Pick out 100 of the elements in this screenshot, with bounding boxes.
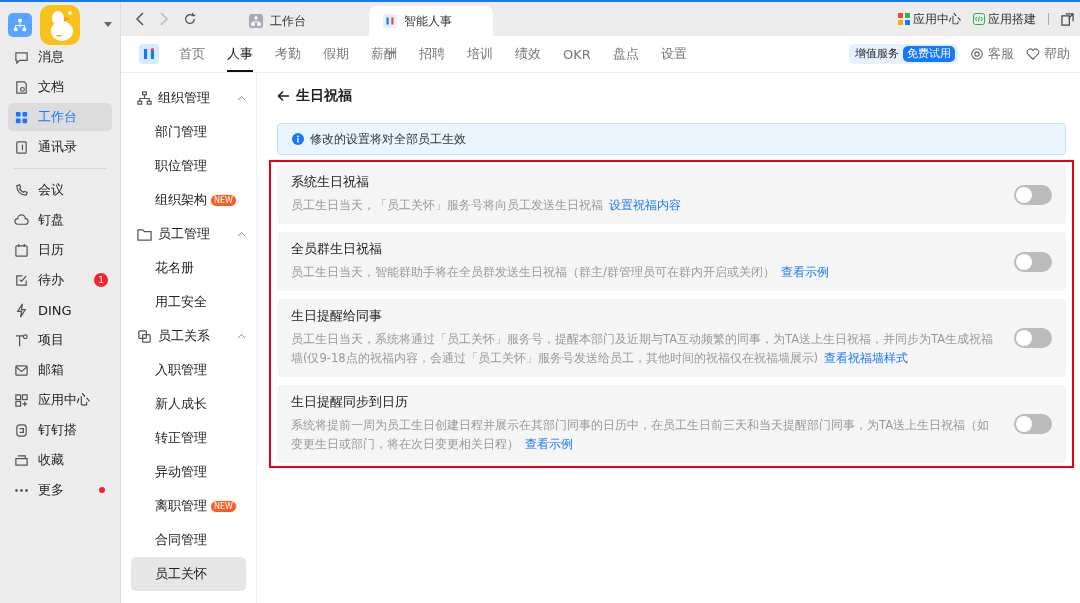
nav-tab[interactable]: 薪酬 (371, 36, 397, 72)
menu-item[interactable]: 异动管理 (131, 455, 246, 489)
lightning-icon (14, 302, 29, 318)
sidebar-item[interactable]: 文档 (8, 73, 112, 101)
nav-tab[interactable]: 招聘 (419, 36, 445, 72)
menu-item[interactable]: 入职管理 (131, 353, 246, 387)
project-icon (14, 332, 29, 348)
menu-item[interactable]: 合同管理 (131, 523, 246, 557)
apps-icon (14, 392, 29, 408)
setting-link[interactable]: 查看示例 (525, 437, 573, 451)
calendar-icon (14, 242, 29, 258)
menu-item[interactable]: 用工安全 (131, 285, 246, 319)
org-chart-icon (249, 14, 263, 28)
document-icon (14, 79, 29, 95)
app-logo-icon[interactable] (139, 44, 159, 64)
sidebar-item[interactable]: DING (8, 296, 112, 324)
notice-text: 修改的设置将对全部员工生效 (310, 130, 466, 148)
sidebar-item[interactable]: 钉钉搭 (8, 416, 112, 444)
sidebar-item[interactable]: 钉盘 (8, 206, 112, 234)
sidebar-item[interactable]: 待办 1 (8, 266, 112, 294)
value-added-service-button[interactable]: 增值服务 免费试用 (849, 44, 958, 64)
chat-icon (14, 49, 29, 65)
menu-item[interactable]: 转正管理 (131, 421, 246, 455)
dropdown-caret-icon[interactable] (104, 22, 112, 28)
count-badge: 1 (94, 273, 108, 287)
sidebar-item[interactable]: 项目 (8, 326, 112, 354)
nav-tab[interactable]: OKR (563, 36, 591, 72)
sidebar-item[interactable]: 邮箱 (8, 356, 112, 384)
grid-icon (14, 109, 29, 125)
external-window-icon[interactable] (1061, 12, 1074, 26)
sidebar-item[interactable]: 会议 (8, 176, 112, 204)
setting-title: 系统生日祝福 (291, 174, 370, 191)
sidebar-item[interactable]: 更多 (8, 476, 112, 504)
setting-title: 生日提醒同步到日历 (291, 394, 409, 411)
nav-tab[interactable]: 首页 (179, 36, 205, 72)
menu-item[interactable]: 部门管理 (131, 115, 246, 149)
nav-tab[interactable]: 假期 (323, 36, 349, 72)
more-icon (15, 488, 28, 492)
cloud-icon (14, 212, 29, 228)
menu-group-header[interactable]: 员工关系 (131, 319, 246, 353)
sidebar-item[interactable]: 收藏 (8, 446, 112, 474)
toggle-switch[interactable] (1014, 414, 1052, 434)
mail-icon (14, 362, 29, 378)
relation-icon (137, 328, 152, 344)
menu-group-header[interactable]: 组织管理 (131, 81, 246, 115)
checkbox-icon (14, 272, 29, 288)
sidebar-item[interactable]: 通讯录 (8, 133, 112, 161)
setting-title: 全员群生日祝福 (291, 241, 383, 258)
app-logo-icon (383, 14, 397, 28)
nav-tab[interactable]: 培训 (467, 36, 493, 72)
menu-item[interactable]: 职位管理 (131, 149, 246, 183)
browser-tab[interactable]: 工作台 (235, 6, 359, 36)
browser-tab[interactable]: 智能人事 (369, 6, 493, 36)
nav-tab[interactable]: 设置 (660, 36, 687, 72)
tab-label: 智能人事 (404, 12, 452, 30)
setting-link[interactable]: 设置祝福内容 (609, 198, 681, 212)
folder-icon (137, 226, 152, 242)
back-arrow-icon[interactable] (277, 90, 290, 102)
menu-item[interactable]: 员工关怀 (131, 557, 246, 591)
page-title: 生日祝福 (296, 87, 352, 105)
new-badge: NEW (211, 500, 236, 512)
app-builder-link[interactable]: 应用搭建 (973, 11, 1036, 27)
toggle-switch[interactable] (1014, 328, 1052, 348)
menu-item[interactable]: 组织架构 NEW (131, 183, 246, 217)
menu-item[interactable]: 花名册 (131, 251, 246, 285)
nav-tab[interactable]: 考勤 (275, 36, 301, 72)
refresh-icon[interactable] (183, 12, 197, 26)
setting-description: 系统将提前一周为员工生日创建日程并展示在其部门同事的日历中，在员工生日前三天和当天提醒部门同事，为TA送上生日祝福（如变更生日或部门，将在次日变更相关日程） 查看示例 (291, 417, 990, 453)
sidebar-item[interactable]: 消息 (8, 43, 112, 71)
setting-link[interactable]: 查看祝福墙样式 (824, 351, 909, 365)
build-icon (14, 422, 29, 438)
menu-item[interactable]: 离职管理 NEW (131, 489, 246, 523)
contacts-icon (14, 139, 29, 155)
toggle-switch[interactable] (1014, 184, 1052, 205)
setting-description: 员工生日当天，智能群助手将在全员群发送生日祝福（群主/群管理员可在群内开启或关闭） 查看示例 (291, 264, 830, 281)
sidebar-item[interactable]: 应用中心 (8, 386, 112, 414)
sidebar-item[interactable]: 日历 (8, 236, 112, 264)
org-logo-icon[interactable] (8, 13, 32, 37)
heart-icon (1026, 47, 1040, 61)
menu-group-header[interactable]: 员工管理 (131, 217, 246, 251)
back-icon[interactable] (135, 12, 145, 26)
setting-description: 员工生日当天，系统将通过「员工关怀」服务号，提醒本部门及近期与TA互动频繁的同事，为TA送上生日祝福，并同步为TA生成祝福墙(仅9-18点的祝福内容，会通过「员工关怀」服务号发送给员工，其他时间的祝福仅在祝福墙展示) 查看祝福墙样式 (291, 331, 994, 367)
new-badge: NEW (211, 194, 236, 206)
forward-icon[interactable] (159, 12, 169, 26)
setting-title: 生日提醒给同事 (291, 308, 383, 325)
tab-label: 工作台 (270, 12, 306, 30)
app-center-link[interactable]: 应用中心 (898, 11, 961, 27)
apps-icon (898, 13, 910, 25)
phone-icon (14, 182, 29, 198)
free-trial-badge: 免费试用 (903, 46, 955, 62)
nav-tab[interactable]: 盘点 (612, 36, 639, 72)
code-icon (973, 13, 985, 25)
menu-item[interactable]: 新人成长 (131, 387, 246, 421)
folder-icon (14, 452, 29, 468)
org-chart-icon (137, 90, 152, 106)
nav-tab[interactable]: 绩效 (515, 36, 541, 72)
setting-link[interactable]: 查看示例 (780, 265, 829, 279)
help-link[interactable]: 帮助 (1026, 45, 1070, 63)
support-link[interactable]: 客服 (970, 45, 1014, 63)
toggle-switch[interactable] (1014, 251, 1052, 272)
